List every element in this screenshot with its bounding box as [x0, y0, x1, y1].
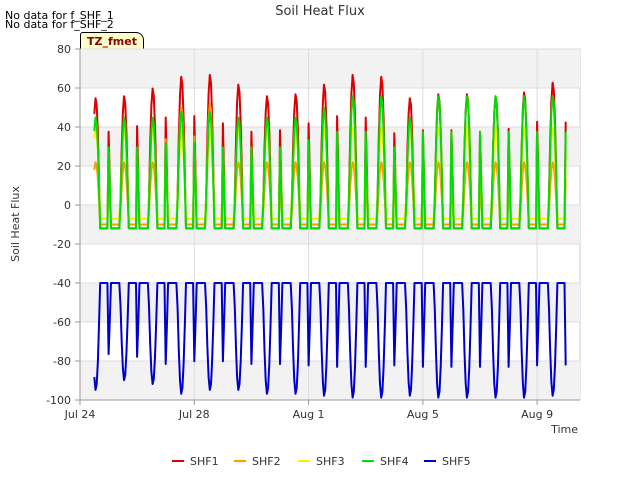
x-tick-label: Aug 9	[521, 408, 553, 421]
y-tick-label: -20	[53, 238, 71, 251]
x-tick-label: Jul 28	[178, 408, 210, 421]
y-axis-label: Soil Heat Flux	[9, 186, 22, 262]
y-tick-label: -80	[53, 355, 71, 368]
y-tick-label: 40	[57, 121, 71, 134]
legend-label-shf1: SHF1	[190, 455, 219, 468]
y-tick-label: -60	[53, 316, 71, 329]
plot-band	[80, 283, 580, 322]
legend-label-shf2: SHF2	[252, 455, 281, 468]
legend-label-shf3: SHF3	[316, 455, 345, 468]
legend: SHF1 SHF2 SHF3 SHF4 SHF5	[172, 455, 471, 468]
x-tick-label: Jul 24	[64, 408, 96, 421]
chart-title: Soil Heat Flux	[275, 4, 365, 19]
soil-heat-flux-chart: Soil Heat Flux -100 -80 -60 -40 -20 0 20 40 60 80…	[9, 4, 581, 468]
x-tick-label: Aug 5	[407, 408, 439, 421]
y-tick-label: 80	[57, 43, 71, 56]
y-tick-label: 0	[64, 199, 71, 212]
x-axis-label: Time	[550, 423, 578, 436]
legend-label-shf5: SHF5	[442, 455, 471, 468]
y-tick-label: -40	[53, 277, 71, 290]
legend-label-shf4: SHF4	[380, 455, 409, 468]
y-tick-label: 20	[57, 160, 71, 173]
y-tick-label: 60	[57, 82, 71, 95]
y-tick-label: -100	[46, 394, 71, 407]
plot-band	[80, 49, 580, 88]
x-tick-label: Aug 1	[293, 408, 325, 421]
